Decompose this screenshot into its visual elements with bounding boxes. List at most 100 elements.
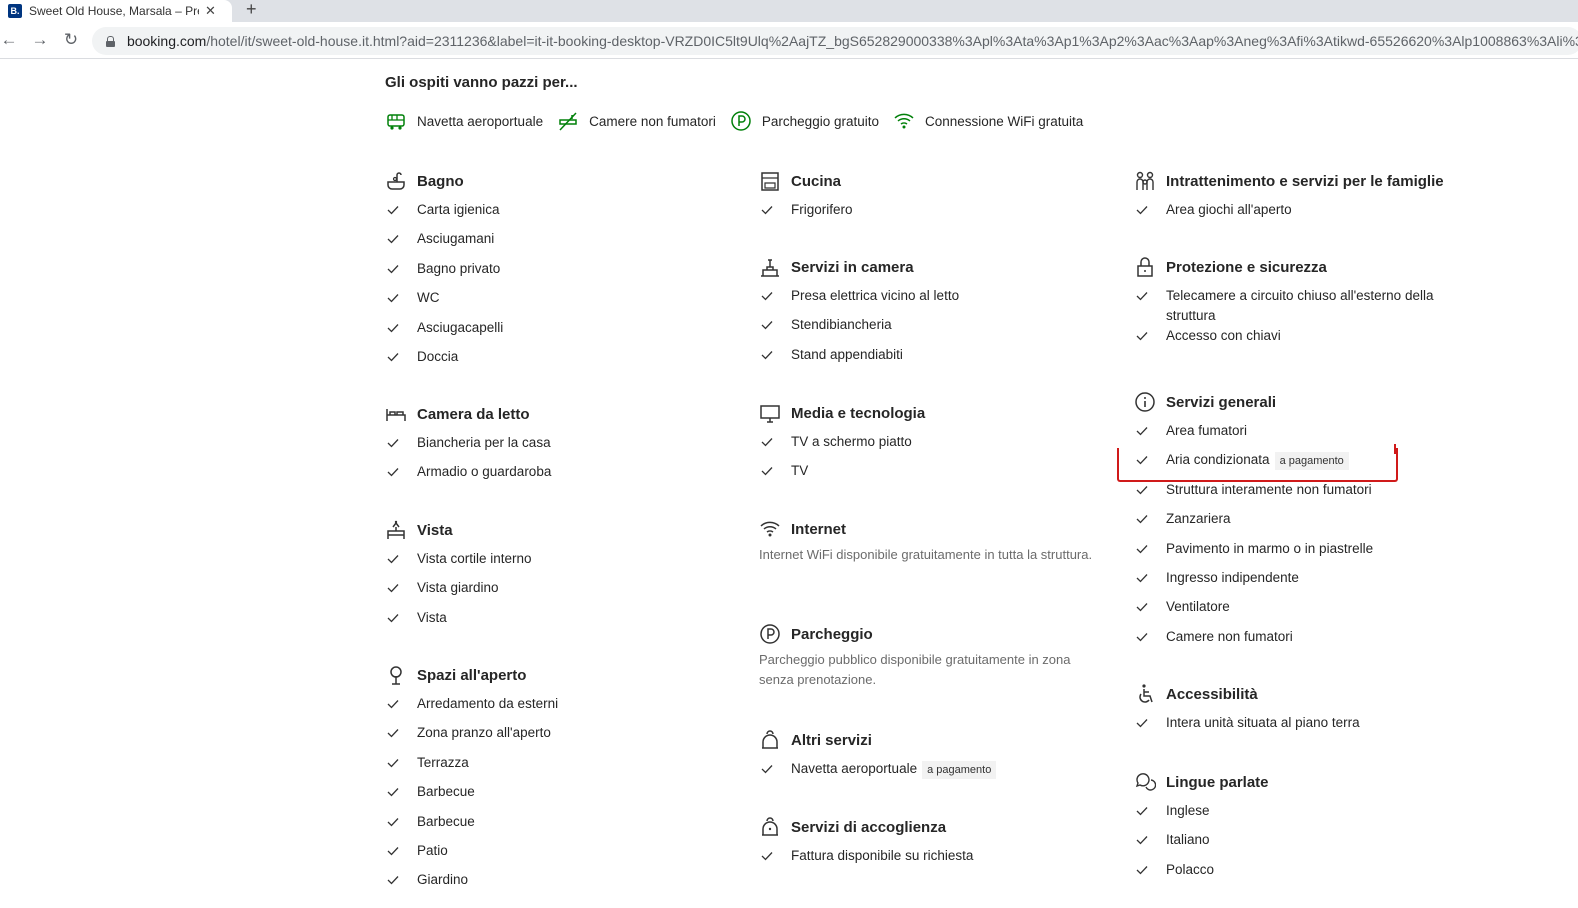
facility-item-label: TV a schermo piatto [791, 434, 912, 449]
facility-item-label: Barbecue [417, 784, 475, 800]
facility-list: Frigorifero [759, 200, 1081, 229]
checkmark-icon [1136, 480, 1150, 500]
popular-facility-label: Camere non fumatori [589, 113, 716, 129]
new-tab-icon[interactable]: + [246, 0, 257, 20]
facility-group-header: Accessibilità [1134, 683, 1456, 705]
facility-group-spazi-all-aperto: Spazi all'aperto Arredamento da esterni Zo… [385, 664, 707, 900]
checkmark-icon [1136, 509, 1150, 529]
facility-item-label: Patio [417, 842, 448, 858]
facility-item: Polacco [1134, 860, 1456, 889]
popular-facility-camere-non-fumatori: Camere non fumatori [557, 110, 716, 132]
monitor-icon [760, 405, 780, 423]
facility-item-label: Pavimento in marmo o in piastrelle [1166, 540, 1374, 556]
facility-item-label: Terrazza [417, 754, 469, 770]
popular-facility-label: Navetta aeroportuale [417, 113, 544, 129]
facility-item-label: Camere non fumatori [1166, 628, 1293, 644]
checkmark-icon [1136, 713, 1150, 733]
facility-list: Inglese Italiano Polacco [1134, 801, 1456, 889]
paid-badge: a pagamento [922, 761, 997, 779]
facility-item-label: Presa elettrica vicino al letto [791, 288, 960, 303]
facility-group-title: Altri servizi [791, 731, 872, 749]
facility-group-servizi-generali: Servizi generali Area fumatori Aria condiz… [1134, 391, 1456, 656]
browser-tab[interactable]: B. Sweet Old House, Marsala – Prezzi ✕ [0, 0, 232, 22]
facility-group-intrattenimento-e-servizi-per-le-famiglie: Intrattenimento e servizi per le famigli… [1134, 170, 1456, 229]
facility-group-media-e-tecnologia: Media e tecnologia TV a schermo piatto TV [759, 402, 1081, 491]
facility-group-lingue-parlate: Lingue parlate Inglese Italiano Polacco [1134, 771, 1456, 889]
facility-item: Accesso con chiavi [1134, 326, 1456, 355]
facility-group-title: Bagno [417, 172, 464, 190]
facility-item: Vista [385, 608, 707, 637]
facility-group-header: Servizi generali [1134, 391, 1456, 413]
facility-group-header: Internet [759, 518, 1104, 540]
close-icon[interactable]: ✕ [205, 3, 216, 19]
facility-item-label: Vista [417, 609, 447, 625]
checkmark-icon [1136, 200, 1150, 220]
checkmark-icon [387, 259, 401, 279]
facility-item: Italiano [1134, 830, 1456, 859]
family-icon [1136, 171, 1154, 190]
facility-item-label: Telecamere a circuito chiuso all'esterno… [1166, 288, 1434, 323]
facility-group-header: Cucina [759, 170, 1081, 192]
forward-icon[interactable]: → [31, 31, 49, 49]
checkmark-icon [1136, 568, 1150, 588]
reload-icon[interactable]: ↻ [62, 31, 80, 49]
facility-group-header: Lingue parlate [1134, 771, 1456, 793]
facilities-section: Gli ospiti vanno pazzi per... Navetta ae… [0, 60, 1578, 908]
checkmark-icon [1136, 860, 1150, 880]
checkmark-icon [761, 315, 775, 335]
facility-item-label: Struttura interamente non fumatori [1166, 481, 1372, 497]
facility-group-protezione-e-sicurezza: Protezione e sicurezza Telecamere a circu… [1134, 256, 1456, 355]
room-services-icon [761, 259, 779, 277]
address-bar[interactable]: booking.com/hotel/it/sweet-old-house.it.… [92, 27, 1578, 55]
tab-strip: B. Sweet Old House, Marsala – Prezzi ✕ + [0, 0, 1578, 22]
checkmark-icon [1136, 830, 1150, 850]
facility-group-accessibilita: Accessibilità Intera unità situata al pia… [1134, 683, 1456, 742]
facility-list: Intera unità situata al piano terra [1134, 713, 1456, 742]
facility-item-label: Zona pranzo all'aperto [417, 725, 551, 741]
facility-list: Area giochi all'aperto [1134, 200, 1456, 229]
facility-list: TV a schermo piatto TV [759, 432, 1081, 491]
facility-group-camera-da-letto: Camera da letto Biancheria per la casa Arm… [385, 403, 707, 492]
facility-item-label: Frigorifero [791, 202, 853, 217]
facility-item-label: Biancheria per la casa [417, 435, 551, 450]
facility-item: Armadio o guardaroba [385, 462, 707, 491]
facility-list: Fattura disponibile su richiesta [759, 846, 1081, 875]
facility-group-title: Media e tecnologia [791, 404, 926, 422]
facility-group-header: Intrattenimento e servizi per le famigli… [1134, 170, 1456, 192]
popular-facility-label: Parcheggio gratuito [761, 113, 879, 129]
back-icon[interactable]: ← [0, 31, 18, 49]
facility-item-label: Ingresso indipendente [1166, 569, 1299, 585]
facility-item-label: Zanzariera [1166, 511, 1231, 527]
facility-item: Fattura disponibile su richiesta [759, 846, 1081, 875]
facility-group-title: Lingue parlate [1166, 773, 1269, 791]
checkmark-icon [387, 549, 401, 569]
red-annotation-highlight [1117, 448, 1398, 482]
facility-item-label: Barbecue [417, 813, 475, 829]
checkmark-icon [1136, 326, 1150, 346]
red-annotation-tick [1394, 444, 1396, 454]
facility-group-title: Protezione e sicurezza [1166, 258, 1327, 276]
facility-group-header: Vista [385, 519, 707, 541]
facility-item-label: Arredamento da esterni [417, 696, 559, 711]
facility-group-altri-servizi: Altri servizi Navetta aeroportuale a pagam… [759, 729, 1081, 788]
speech-icon [1135, 773, 1156, 791]
facility-item-label: Area giochi all'aperto [1166, 202, 1292, 217]
facility-item: Giardino [385, 870, 707, 899]
checkmark-icon [1136, 421, 1150, 441]
checkmark-icon [387, 200, 401, 220]
checkmark-icon [1136, 286, 1150, 306]
facility-item: Navetta aeroportuale a pagamento [759, 759, 1081, 788]
lock-icon[interactable] [106, 35, 115, 47]
facility-item-label: Carta igienica [417, 202, 500, 217]
checkmark-icon [387, 578, 401, 598]
facility-item: TV a schermo piatto [759, 432, 1081, 461]
checkmark-icon [761, 345, 775, 365]
facility-item-label: WC [417, 290, 440, 306]
tab-title: Sweet Old House, Marsala – Prezzi [29, 4, 199, 18]
url-text[interactable]: booking.com/hotel/it/sweet-old-house.it.… [127, 33, 1578, 49]
facility-item: Intera unità situata al piano terra [1134, 713, 1456, 742]
facility-item: Zanzariera [1134, 509, 1456, 538]
facility-group-vista: Vista Vista cortile interno Vista giardino… [385, 519, 707, 637]
facility-item: Biancheria per la casa [385, 433, 707, 462]
shuttle-icon [387, 114, 405, 130]
